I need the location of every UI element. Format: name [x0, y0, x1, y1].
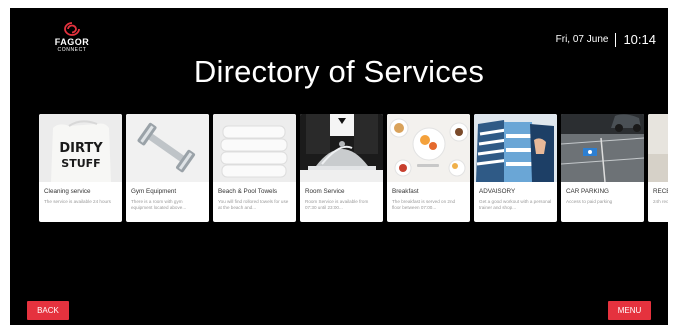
- service-card-breakfast[interactable]: Breakfast The breakfast is served on 2nd…: [387, 114, 470, 222]
- date-time: Fri, 07 June 10:14: [556, 32, 656, 47]
- fagor-logo-icon: [64, 22, 80, 36]
- service-title: Beach & Pool Towels: [218, 188, 278, 195]
- service-desc: There is a room with gym equipment locat…: [131, 199, 187, 210]
- service-title: Gym Equipment: [131, 188, 177, 195]
- service-card-gym[interactable]: Gym Equipment There is a room with gym e…: [126, 114, 209, 222]
- cloche-icon: [300, 114, 383, 182]
- bag-text-2: STUFF: [61, 157, 100, 170]
- logo-sub: CONNECT: [57, 47, 87, 53]
- service-card-car-parking[interactable]: CAR PARKING Access to paid parking: [561, 114, 644, 222]
- service-card-advaisory[interactable]: ADVAISORY Get a good workout with a pers…: [474, 114, 557, 222]
- laundry-bag-icon: DIRTY STUFF: [39, 114, 122, 182]
- service-card-room-service[interactable]: Room Service Room Service is available f…: [300, 114, 383, 222]
- clothes-rack-icon: [474, 114, 557, 182]
- services-carousel[interactable]: DIRTY STUFF Cleaning service The service…: [39, 114, 668, 222]
- back-button[interactable]: BACK: [27, 301, 69, 320]
- parking-icon: [561, 114, 644, 182]
- time-label: 10:14: [623, 32, 656, 47]
- service-title: Cleaning service: [44, 188, 91, 195]
- service-card-reception[interactable]: RECEP 24h rec any nee: [648, 114, 668, 222]
- service-desc: Access to paid parking: [566, 199, 613, 204]
- dumbbell-icon: [126, 114, 209, 182]
- service-title: RECEP: [653, 188, 668, 195]
- service-card-cleaning[interactable]: DIRTY STUFF Cleaning service The service…: [39, 114, 122, 222]
- towels-icon: [213, 114, 296, 182]
- service-desc: Room Service is available from 07:30 unt…: [305, 199, 369, 210]
- date-label: Fri, 07 June: [555, 34, 609, 45]
- reception-icon: [648, 114, 668, 182]
- service-title: CAR PARKING: [566, 188, 609, 195]
- service-desc: 24h rec any nee: [653, 199, 668, 204]
- bag-text-1: DIRTY: [59, 141, 103, 156]
- breakfast-icon: [387, 114, 470, 182]
- logo-brand: FAGOR: [54, 37, 90, 47]
- service-title: Room Service: [305, 188, 345, 195]
- separator: [615, 32, 617, 47]
- page-title: Directory of Services: [193, 54, 485, 89]
- service-desc: Get a good workout with a personal train…: [479, 199, 552, 210]
- service-desc: The breakfast is served on 2nd floor bet…: [392, 199, 456, 210]
- menu-button[interactable]: MENU: [608, 301, 651, 320]
- service-title: ADVAISORY: [479, 188, 516, 195]
- service-desc: The service is available 24 hours: [44, 199, 111, 204]
- service-desc: You will find rollored towels for use at…: [218, 199, 289, 210]
- kiosk-screen: FAGOR CONNECT Fri, 07 June 10:14 Directo…: [10, 8, 668, 325]
- service-card-towels[interactable]: Beach & Pool Towels You will find rollor…: [213, 114, 296, 222]
- fagor-connect-logo: FAGOR CONNECT: [50, 22, 94, 53]
- service-title: Breakfast: [392, 188, 419, 195]
